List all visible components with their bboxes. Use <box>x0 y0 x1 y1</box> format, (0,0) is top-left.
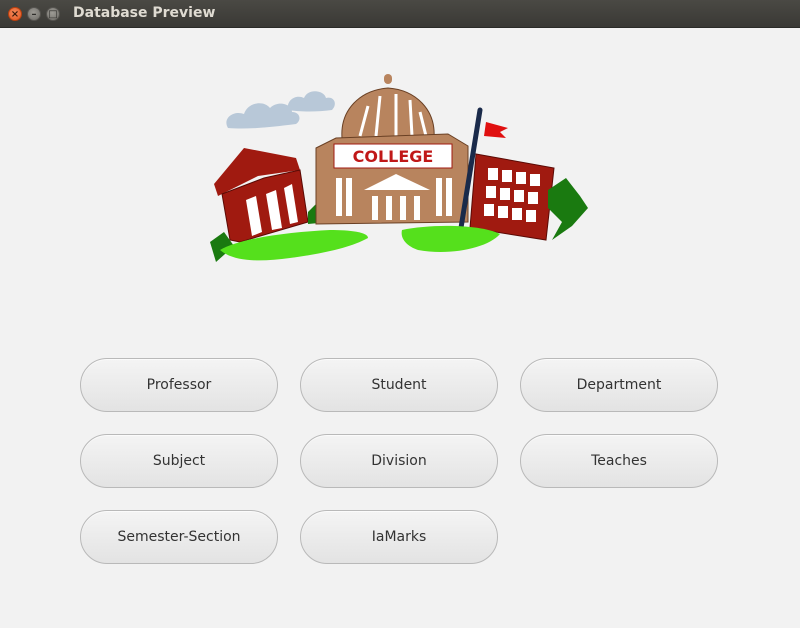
teaches-button[interactable]: Teaches <box>520 434 718 488</box>
professor-button[interactable]: Professor <box>80 358 278 412</box>
division-button[interactable]: Division <box>300 434 498 488</box>
window-title: Database Preview <box>73 5 216 21</box>
cloud-graphic <box>226 91 335 129</box>
college-logo: COLLEGE <box>210 74 588 262</box>
student-button[interactable]: Student <box>300 358 498 412</box>
subject-button[interactable]: Subject <box>80 434 278 488</box>
minimize-window-button[interactable]: – <box>27 7 41 21</box>
department-button[interactable]: Department <box>520 358 718 412</box>
maximize-window-button[interactable]: □ <box>46 7 60 21</box>
iamarks-button[interactable]: IaMarks <box>300 510 498 564</box>
main-building: COLLEGE <box>315 74 469 225</box>
right-building <box>469 153 588 241</box>
college-sign-text: COLLEGE <box>353 147 434 166</box>
semester-section-button[interactable]: Semester-Section <box>80 510 278 564</box>
close-window-button[interactable]: × <box>8 7 22 21</box>
title-bar: × – □ Database Preview <box>0 0 800 28</box>
